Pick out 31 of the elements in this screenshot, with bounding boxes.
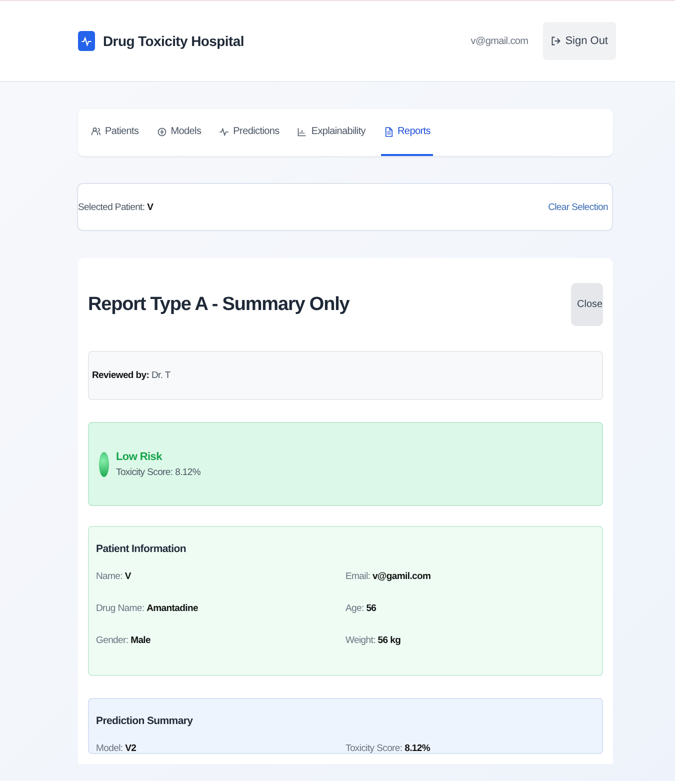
reviewed-by-text: Reviewed by: Dr. T	[92, 370, 170, 381]
section-title: Patient Information	[96, 543, 187, 555]
nav-tab[interactable]: Predictions	[216, 109, 282, 156]
bar-chart-icon	[297, 126, 308, 136]
info-field: Toxicity Score: 8.12%	[346, 743, 595, 754]
section-title: Prediction Summary	[96, 715, 194, 727]
nav-tab[interactable]: Models	[154, 109, 204, 156]
app-title: Drug Toxicity Hospital	[103, 33, 245, 49]
users-icon	[91, 126, 101, 136]
risk-level: Low Risk	[116, 450, 164, 462]
user-email: v@gmail.com	[470, 36, 528, 46]
document-icon	[384, 126, 394, 136]
sign-out-button[interactable]: Sign Out	[543, 22, 616, 60]
toxicity-score: Toxicity Score: 8.12%	[116, 466, 201, 478]
nav-tab[interactable]: Patients	[88, 109, 142, 156]
app-logo-icon	[78, 31, 95, 51]
info-field: Email: v@gamil.com	[346, 571, 595, 582]
info-field: Drug Name: Amantadine	[96, 603, 346, 614]
nav-tab[interactable]: Explainability	[294, 109, 369, 156]
info-field: Gender: Male	[96, 635, 346, 646]
close-button[interactable]: Close	[571, 283, 603, 326]
info-field: Model: V2	[96, 743, 346, 754]
info-field: Name: V	[96, 571, 346, 582]
sign-out-icon	[551, 36, 562, 46]
info-field: Weight: 56 kg	[346, 635, 595, 646]
info-field: Age: 56	[346, 603, 595, 614]
report-title: Report Type A - Summary Only	[88, 294, 350, 316]
nav-tab[interactable]: Reports	[380, 109, 434, 156]
pulse-icon	[219, 126, 230, 136]
clear-selection-link[interactable]: Clear Selection	[548, 202, 608, 212]
selected-patient-label: Selected Patient: V	[78, 202, 154, 212]
